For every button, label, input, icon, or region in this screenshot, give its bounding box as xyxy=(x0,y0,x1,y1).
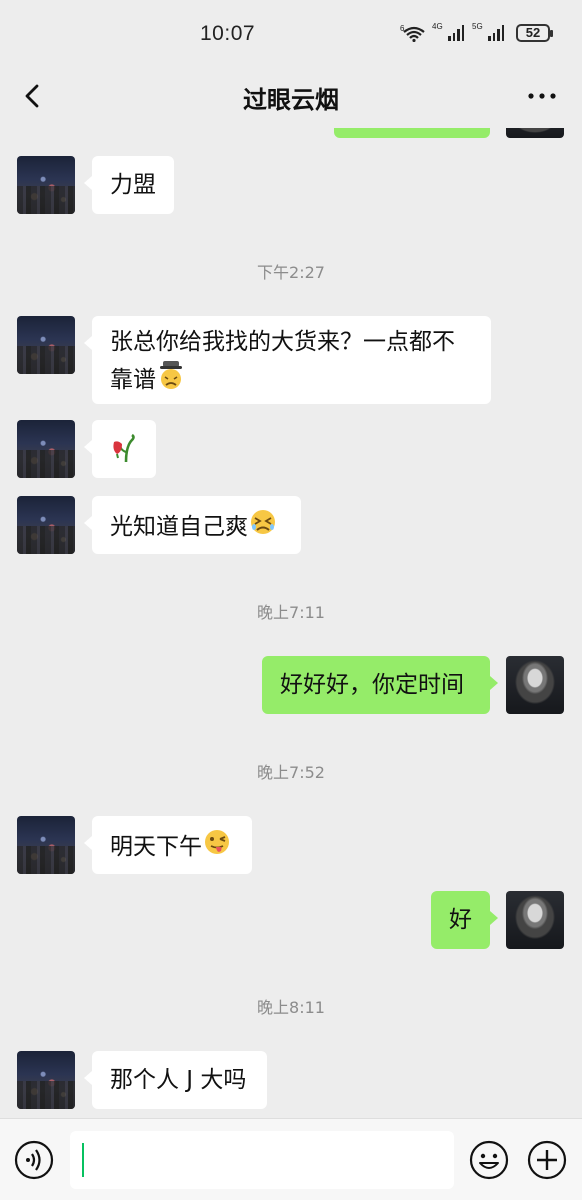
more-icon[interactable] xyxy=(524,82,560,110)
wifi-icon: 6 xyxy=(400,24,425,42)
status-icons: 6 4G 5G 52 xyxy=(400,22,553,42)
incoming-message[interactable] xyxy=(84,420,156,478)
incoming-message[interactable]: 那个人 J 大吗 xyxy=(84,1051,267,1109)
contact-avatar[interactable] xyxy=(17,156,75,214)
message-text: 那个人 J 大吗 xyxy=(110,1067,247,1093)
emoji-icon[interactable] xyxy=(468,1139,510,1181)
status-time: 10:07 xyxy=(200,22,256,45)
incoming-message[interactable]: 光知道自己爽 xyxy=(84,496,301,554)
chat-title: 过眼云烟 xyxy=(243,86,339,114)
incoming-message[interactable]: 明天下午 xyxy=(84,816,252,874)
timestamp: 晚上7:52 xyxy=(257,763,325,782)
signal-4g-icon: 4G xyxy=(432,22,464,41)
voice-icon[interactable] xyxy=(14,1140,54,1180)
input-bar xyxy=(0,1118,582,1200)
winking-tongue-emoji-icon xyxy=(205,830,229,854)
message-text: 明天下午 xyxy=(110,834,202,860)
message-text: 力盟 xyxy=(110,172,156,198)
timestamp: 下午2:27 xyxy=(257,263,325,282)
contact-avatar[interactable] xyxy=(17,316,75,374)
partial-outgoing-bubble xyxy=(334,128,490,138)
contact-avatar[interactable] xyxy=(17,816,75,874)
message-input[interactable] xyxy=(70,1131,454,1189)
message-text-line1: 张总你给我找的大货来？一点都不 xyxy=(110,329,455,355)
outgoing-message[interactable]: 好好好，你定时间 xyxy=(262,656,498,714)
incoming-message[interactable]: 张总你给我找的大货来？一点都不 靠谱 xyxy=(84,316,491,404)
my-avatar[interactable] xyxy=(506,891,564,949)
my-avatar[interactable] xyxy=(506,128,564,138)
message-text: 好 xyxy=(449,907,472,933)
outgoing-message[interactable]: 好 xyxy=(431,891,498,949)
frowning-face-emoji-icon xyxy=(160,361,182,389)
chat-header: 过眼云烟 xyxy=(0,66,582,128)
plus-icon[interactable] xyxy=(526,1139,568,1181)
contact-avatar[interactable] xyxy=(17,420,75,478)
timestamp: 晚上8:11 xyxy=(257,998,325,1017)
battery-indicator: 52 xyxy=(516,24,553,42)
message-list[interactable]: 力盟 下午2:27 张总你给我找的大货来？一点都不 靠谱 光知道自己爽 晚上7:… xyxy=(0,128,582,1118)
tired-face-emoji-icon xyxy=(251,510,275,534)
timestamp: 晚上7:11 xyxy=(257,603,325,622)
message-text: 好好好，你定时间 xyxy=(280,672,464,698)
wilted-flower-emoji-icon xyxy=(113,433,135,463)
message-text: 光知道自己爽 xyxy=(110,514,248,540)
contact-avatar[interactable] xyxy=(17,1051,75,1109)
message-text-line2: 靠谱 xyxy=(110,367,156,393)
my-avatar[interactable] xyxy=(506,656,564,714)
incoming-message[interactable]: 力盟 xyxy=(84,156,174,214)
text-caret xyxy=(82,1143,84,1177)
status-bar: 10:07 6 4G 5G 52 xyxy=(0,0,582,66)
signal-5g-icon: 5G xyxy=(472,22,504,41)
contact-avatar[interactable] xyxy=(17,496,75,554)
